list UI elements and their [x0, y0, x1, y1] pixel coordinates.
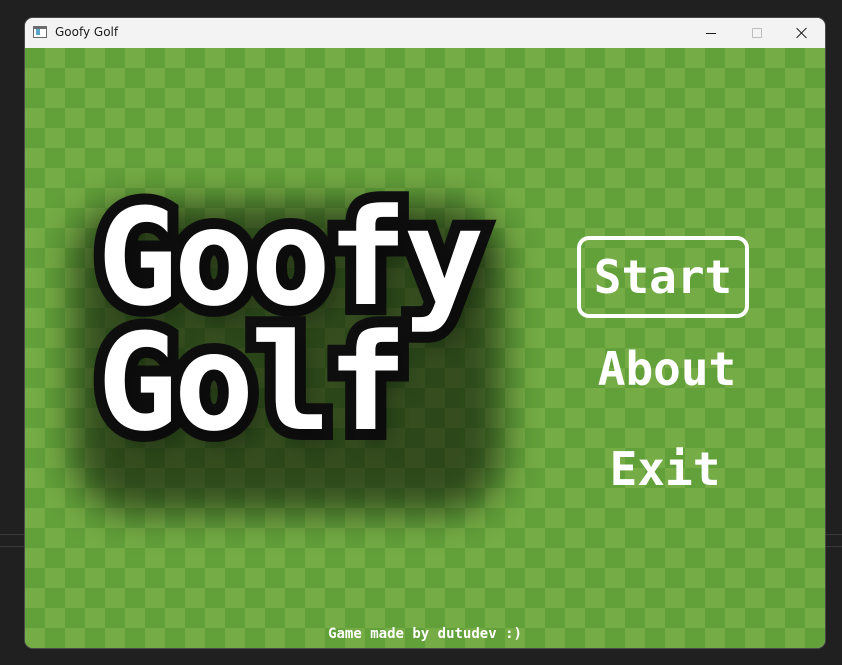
game-window: Goofy Golf Goofy Golf Start About Exit G… — [25, 18, 825, 648]
exit-button[interactable]: Exit — [595, 446, 735, 492]
start-button-label: Start — [593, 250, 733, 304]
logo-line-1: Goofy — [86, 180, 495, 336]
game-canvas: Goofy Golf Start About Exit Game made by… — [25, 48, 825, 648]
game-logo: Goofy Golf — [86, 180, 527, 461]
maximize-icon — [752, 28, 762, 38]
minimize-icon — [706, 32, 716, 34]
start-button[interactable]: Start — [577, 236, 749, 318]
title-bar[interactable]: Goofy Golf — [25, 18, 825, 48]
logo-line-2: Golf — [86, 305, 419, 461]
close-button[interactable] — [779, 18, 825, 48]
maximize-button[interactable] — [734, 18, 780, 48]
minimize-button[interactable] — [688, 18, 734, 48]
window-title: Goofy Golf — [55, 25, 119, 39]
credit-text: Game made by dutudev :) — [328, 626, 522, 642]
app-window-icon — [33, 26, 47, 38]
about-button[interactable]: About — [581, 346, 753, 392]
close-icon — [796, 27, 808, 39]
